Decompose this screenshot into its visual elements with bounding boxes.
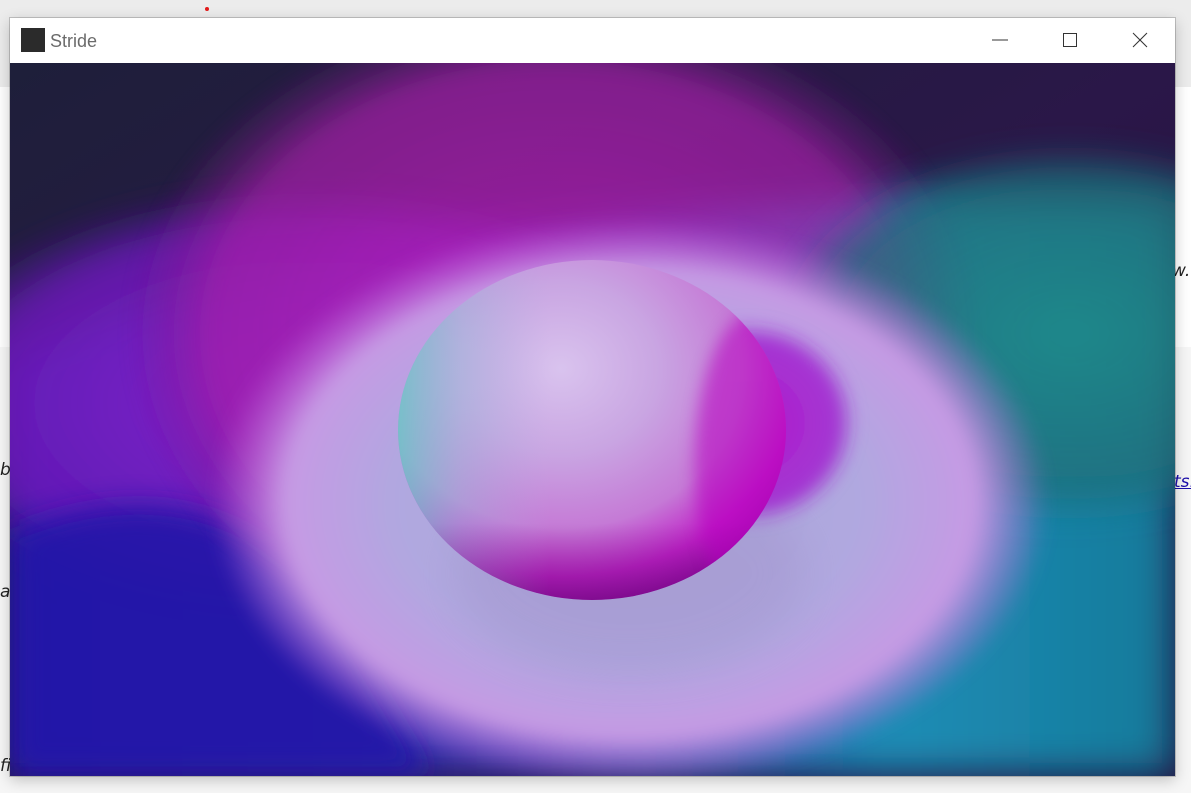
close-icon (1132, 32, 1148, 48)
notification-dot (205, 7, 209, 11)
game-viewport[interactable] (10, 63, 1175, 776)
background-text-fragment: a (0, 582, 11, 602)
maximize-button[interactable] (1035, 18, 1105, 63)
minimize-icon (992, 39, 1008, 41)
close-button[interactable] (1105, 18, 1175, 63)
maximize-icon (1063, 33, 1077, 47)
minimize-button[interactable] (965, 18, 1035, 63)
title-bar[interactable]: Stride (10, 18, 1175, 63)
window-title: Stride (50, 31, 98, 51)
app-icon (21, 28, 45, 52)
stride-window: Stride (10, 18, 1175, 776)
background-link-fragment[interactable]: ts. (1174, 472, 1191, 492)
rendered-scene (10, 63, 1175, 776)
